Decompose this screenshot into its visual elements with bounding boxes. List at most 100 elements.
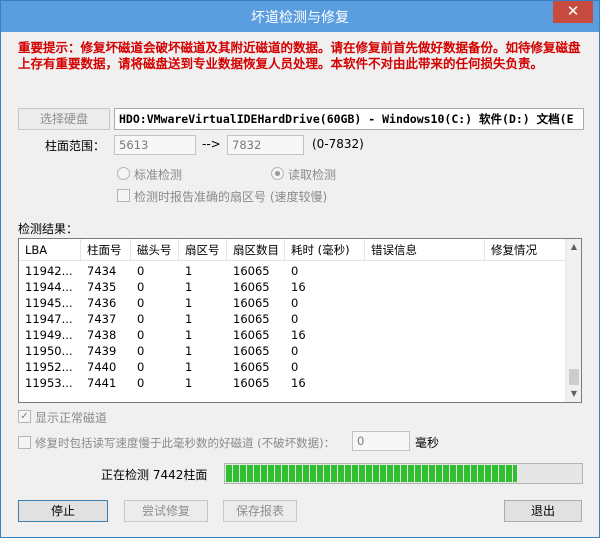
dialog-window: 坏道检测与修复 ✕ 重要提示：修复坏磁道会破坏磁道及其附近磁道的数据。请在修复前…: [0, 0, 600, 538]
table-cell: [365, 311, 485, 327]
table-cell: 11952...: [25, 360, 73, 374]
repair-slow-checkbox[interactable]: [18, 436, 31, 449]
table-cell: 16: [291, 328, 306, 342]
column-header-error[interactable]: 错误信息: [365, 239, 485, 261]
table-cell: 16065: [233, 344, 270, 358]
table-cell: 7436: [87, 296, 117, 310]
table-cell: 16065: [233, 360, 270, 374]
standard-check-label: 标准检测: [134, 168, 183, 182]
table-cell: [485, 327, 567, 343]
table-cell: 0: [137, 344, 145, 358]
table-cell: 7435: [87, 280, 117, 294]
table-cell: 7439: [87, 344, 117, 358]
table-row[interactable]: 11942... 7434 0 1 16065 0: [19, 263, 567, 279]
column-header-repair[interactable]: 修复情况: [485, 239, 567, 261]
table-row[interactable]: 11945... 7436 0 1 16065 0: [19, 295, 567, 311]
table-cell: 11944...: [25, 280, 73, 294]
table-cell: 7434: [87, 264, 117, 278]
dialog-content: 重要提示：修复坏磁道会破坏磁道及其附近磁道的数据。请在修复前首先做好数据备份。如…: [1, 32, 599, 537]
table-cell: [485, 375, 567, 391]
try-repair-button[interactable]: 尝试修复: [124, 500, 208, 522]
repair-slow-label: 修复时包括读写速度慢于此毫秒数的好磁道 (不破坏数据)：: [35, 436, 336, 450]
table-row[interactable]: 11953... 7441 0 1 16065 16: [19, 375, 567, 391]
table-cell: [365, 295, 485, 311]
range-from-input[interactable]: 5613: [114, 135, 196, 155]
table-cell: [365, 359, 485, 375]
table-cell: 11945...: [25, 296, 73, 310]
table-cell: 11953...: [25, 376, 73, 390]
column-header-head[interactable]: 磁头号: [131, 239, 179, 261]
exit-button[interactable]: 退出: [504, 500, 582, 522]
table-cell: 1: [185, 280, 193, 294]
range-to-input[interactable]: 7832: [227, 135, 304, 155]
column-header-lba[interactable]: LBA: [19, 239, 81, 261]
table-cell: 7437: [87, 312, 117, 326]
scroll-up-icon[interactable]: ▲: [566, 239, 581, 255]
status-text: 正在检测 7442柱面: [101, 468, 208, 482]
range-hint: (0-7832): [312, 137, 364, 151]
table-cell: [485, 295, 567, 311]
stop-button[interactable]: 停止: [18, 500, 108, 522]
ms-unit-label: 毫秒: [415, 436, 440, 450]
table-cell: 0: [291, 296, 299, 310]
table-cell: 7438: [87, 328, 117, 342]
column-header-sector-count[interactable]: 扇区数目: [227, 239, 285, 261]
slow-ms-input[interactable]: 0: [352, 431, 410, 451]
table-cell: 0: [137, 376, 145, 390]
column-header-sector[interactable]: 扇区号: [179, 239, 227, 261]
table-cell: 0: [291, 344, 299, 358]
standard-check-radio[interactable]: [117, 167, 130, 180]
read-check-radio[interactable]: [271, 167, 284, 180]
table-cell: [365, 263, 485, 279]
selected-disk-field[interactable]: HDO:VMwareVirtualIDEHardDrive(60GB) - Wi…: [114, 108, 584, 130]
progress-bar: [224, 463, 583, 484]
table-cell: [485, 359, 567, 375]
cylinder-range-label: 柱面范围：: [45, 139, 106, 153]
column-header-time[interactable]: 耗时 (毫秒): [285, 239, 365, 261]
show-normal-checkbox[interactable]: ✓: [18, 410, 31, 423]
table-row[interactable]: 11950... 7439 0 1 16065 0: [19, 343, 567, 359]
table-cell: [485, 279, 567, 295]
table-cell: 0: [291, 312, 299, 326]
table-cell: 1: [185, 328, 193, 342]
show-normal-label: 显示正常磁道: [35, 411, 108, 425]
report-sector-checkbox[interactable]: [117, 189, 130, 202]
table-cell: [365, 327, 485, 343]
table-cell: 7440: [87, 360, 117, 374]
table-cell: 0: [291, 360, 299, 374]
table-cell: 11947...: [25, 312, 73, 326]
table-cell: 0: [291, 264, 299, 278]
table-cell: 1: [185, 376, 193, 390]
table-cell: 16065: [233, 280, 270, 294]
table-cell: 16065: [233, 328, 270, 342]
report-sector-label: 检测时报告准确的扇区号 (速度较慢): [134, 190, 328, 204]
results-scrollbar[interactable]: ▲ ▼: [565, 239, 581, 402]
window-title: 坏道检测与修复: [251, 10, 349, 26]
title-bar[interactable]: 坏道检测与修复 ✕: [1, 1, 599, 32]
table-cell: 7441: [87, 376, 117, 390]
read-check-label: 读取检测: [288, 168, 337, 182]
table-row[interactable]: 11952... 7440 0 1 16065 0: [19, 359, 567, 375]
save-report-button[interactable]: 保存报表: [223, 500, 297, 522]
table-cell: 16065: [233, 296, 270, 310]
table-cell: [485, 343, 567, 359]
table-row[interactable]: 11947... 7437 0 1 16065 0: [19, 311, 567, 327]
table-cell: [365, 343, 485, 359]
results-label: 检测结果：: [18, 222, 79, 236]
select-disk-button[interactable]: 选择硬盘: [18, 108, 110, 130]
table-cell: 0: [137, 296, 145, 310]
table-row[interactable]: 11944... 7435 0 1 16065 16: [19, 279, 567, 295]
table-cell: 0: [137, 264, 145, 278]
column-header-cylinder[interactable]: 柱面号: [81, 239, 131, 261]
close-button[interactable]: ✕: [553, 1, 593, 23]
table-cell: 16065: [233, 376, 270, 390]
table-cell: 16: [291, 280, 306, 294]
table-cell: [365, 279, 485, 295]
scroll-thumb[interactable]: [569, 369, 579, 385]
scroll-down-icon[interactable]: ▼: [566, 386, 581, 402]
table-cell: 11949...: [25, 328, 73, 342]
results-list[interactable]: LBA 柱面号 磁头号 扇区号 扇区数目 耗时 (毫秒) 错误信息 修复情况 1…: [18, 238, 582, 403]
table-row[interactable]: 11949... 7438 0 1 16065 16: [19, 327, 567, 343]
results-rows: 11942... 7434 0 1 16065 0 11944... 7435 0 1 16065 1…: [19, 263, 567, 391]
table-cell: 16: [291, 376, 306, 390]
